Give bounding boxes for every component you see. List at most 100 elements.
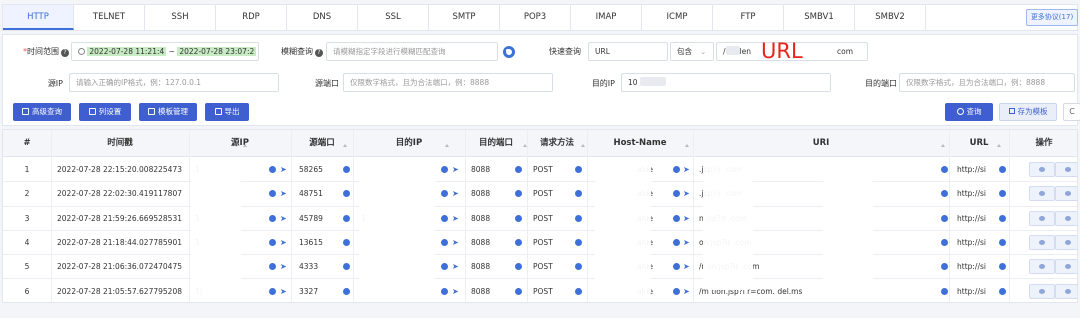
filter-add-icon[interactable] bbox=[999, 214, 1006, 222]
filter-add-icon[interactable] bbox=[343, 166, 350, 173]
tab-rdp[interactable]: RDP bbox=[216, 5, 287, 30]
filter-add-icon[interactable] bbox=[999, 166, 1006, 173]
detail-button[interactable] bbox=[1055, 210, 1077, 226]
column-settings-button[interactable]: 列设置 bbox=[79, 103, 131, 121]
src-port-input[interactable]: 仅限数字格式，且为合法端口，例：8888 bbox=[343, 73, 553, 92]
jump-icon[interactable]: ➤ bbox=[452, 287, 459, 296]
jump-icon[interactable]: ➤ bbox=[280, 262, 287, 271]
filter-add-icon[interactable] bbox=[515, 287, 522, 295]
tab-ssh[interactable]: SSH bbox=[145, 5, 216, 30]
view-button[interactable] bbox=[1029, 234, 1055, 250]
filter-add-icon[interactable] bbox=[269, 214, 276, 222]
table-row[interactable]: 42022-07-28 21:18:44.0277859011136158088… bbox=[3, 231, 1077, 256]
jump-icon[interactable]: ➤ bbox=[280, 287, 287, 296]
tab-imap[interactable]: IMAP bbox=[571, 5, 642, 30]
sort-icon[interactable] bbox=[243, 141, 247, 147]
fuzzy-input[interactable]: 请模糊指定字段进行模糊匹配查询 bbox=[326, 42, 498, 61]
filter-add-icon[interactable] bbox=[999, 238, 1006, 246]
quick-op-select[interactable]: 包含 ⌄ bbox=[670, 42, 714, 61]
table-row[interactable]: 32022-07-28 21:59:26.6695285311457891808… bbox=[3, 207, 1077, 231]
jump-icon[interactable]: ➤ bbox=[280, 214, 287, 223]
jump-icon[interactable]: ➤ bbox=[452, 165, 459, 174]
filter-add-icon[interactable] bbox=[673, 238, 680, 246]
filter-add-icon[interactable] bbox=[941, 287, 948, 295]
view-button[interactable] bbox=[1029, 186, 1055, 202]
filter-add-icon[interactable] bbox=[269, 263, 276, 271]
col-src-ip[interactable]: 源IP bbox=[189, 130, 291, 157]
jump-icon[interactable]: ➤ bbox=[683, 165, 690, 174]
tab-icmp[interactable]: ICMP bbox=[642, 5, 713, 30]
filter-add-icon[interactable] bbox=[441, 166, 448, 173]
col-uri[interactable]: URI bbox=[693, 130, 949, 157]
detail-button[interactable] bbox=[1055, 259, 1077, 275]
view-button[interactable] bbox=[1029, 283, 1055, 299]
jump-icon[interactable]: ➤ bbox=[452, 214, 459, 223]
tab-ssl[interactable]: SSL bbox=[358, 5, 429, 30]
col-dst-port[interactable]: 目的端口 bbox=[465, 130, 527, 157]
advanced-search-button[interactable]: 高级查询 bbox=[13, 103, 71, 121]
table-row[interactable]: 62022-07-28 21:05:57.6277952081(33278088… bbox=[3, 280, 1077, 303]
jump-icon[interactable]: ➤ bbox=[452, 238, 459, 247]
sort-icon[interactable] bbox=[343, 141, 347, 147]
filter-add-icon[interactable] bbox=[941, 190, 948, 198]
jump-icon[interactable]: ➤ bbox=[280, 165, 287, 174]
filter-add-icon[interactable] bbox=[575, 238, 582, 246]
dst-port-input[interactable]: 仅限数字格式，且为合法端口，例：8888 bbox=[899, 73, 1075, 92]
sort-icon[interactable] bbox=[997, 141, 1001, 147]
detail-button[interactable] bbox=[1055, 186, 1077, 202]
filter-add-icon[interactable] bbox=[575, 166, 582, 173]
filter-add-icon[interactable] bbox=[673, 214, 680, 222]
filter-add-icon[interactable] bbox=[673, 190, 680, 198]
sort-icon[interactable] bbox=[941, 141, 945, 147]
filter-add-icon[interactable] bbox=[941, 214, 948, 222]
col-timestamp[interactable]: 时间戳 bbox=[51, 130, 189, 157]
tab-ftp[interactable]: FTP bbox=[713, 5, 784, 30]
filter-add-icon[interactable] bbox=[269, 190, 276, 198]
gear-icon[interactable] bbox=[503, 46, 515, 58]
filter-add-icon[interactable] bbox=[515, 263, 522, 271]
detail-button[interactable] bbox=[1055, 162, 1077, 177]
jump-icon[interactable]: ➤ bbox=[683, 238, 690, 247]
col-host[interactable]: Host-Name bbox=[587, 130, 693, 157]
jump-icon[interactable]: ➤ bbox=[683, 214, 690, 223]
jump-icon[interactable]: ➤ bbox=[683, 189, 690, 198]
tab-telnet[interactable]: TELNET bbox=[74, 5, 145, 30]
filter-add-icon[interactable] bbox=[441, 238, 448, 246]
quick-field-select[interactable]: URL bbox=[588, 42, 668, 61]
jump-icon[interactable]: ➤ bbox=[280, 189, 287, 198]
detail-button[interactable] bbox=[1055, 283, 1077, 299]
table-row[interactable]: 12022-07-28 22:15:20.0082254731582658088… bbox=[3, 158, 1077, 183]
reset-button[interactable]: C bbox=[1063, 103, 1080, 121]
search-button[interactable]: 查询 bbox=[945, 103, 993, 121]
dst-ip-input[interactable]: 10 bbox=[621, 73, 831, 92]
view-button[interactable] bbox=[1029, 210, 1055, 226]
filter-add-icon[interactable] bbox=[515, 238, 522, 246]
filter-add-icon[interactable] bbox=[575, 263, 582, 271]
filter-add-icon[interactable] bbox=[343, 287, 350, 295]
filter-add-icon[interactable] bbox=[575, 214, 582, 222]
filter-add-icon[interactable] bbox=[441, 287, 448, 295]
jump-icon[interactable]: ➤ bbox=[683, 287, 690, 296]
tab-http[interactable]: HTTP bbox=[3, 5, 74, 30]
sort-icon[interactable] bbox=[445, 141, 449, 147]
view-button[interactable] bbox=[1029, 162, 1055, 177]
export-button[interactable]: 导出 bbox=[205, 103, 249, 121]
jump-icon[interactable]: ➤ bbox=[452, 189, 459, 198]
sort-icon[interactable] bbox=[581, 141, 585, 147]
filter-add-icon[interactable] bbox=[343, 214, 350, 222]
filter-add-icon[interactable] bbox=[673, 287, 680, 295]
tab-pop3[interactable]: POP3 bbox=[500, 5, 571, 30]
filter-add-icon[interactable] bbox=[515, 214, 522, 222]
filter-add-icon[interactable] bbox=[441, 214, 448, 222]
view-button[interactable] bbox=[1029, 259, 1055, 275]
filter-add-icon[interactable] bbox=[999, 190, 1006, 198]
jump-icon[interactable]: ➤ bbox=[683, 262, 690, 271]
filter-add-icon[interactable] bbox=[269, 287, 276, 295]
more-protocols-button[interactable]: 更多协议(17) bbox=[1026, 9, 1078, 26]
filter-add-icon[interactable] bbox=[441, 263, 448, 271]
tab-smtp[interactable]: SMTP bbox=[429, 5, 500, 30]
filter-add-icon[interactable] bbox=[673, 166, 680, 173]
sort-icon[interactable] bbox=[685, 141, 689, 147]
filter-add-icon[interactable] bbox=[515, 190, 522, 198]
jump-icon[interactable]: ➤ bbox=[280, 238, 287, 247]
